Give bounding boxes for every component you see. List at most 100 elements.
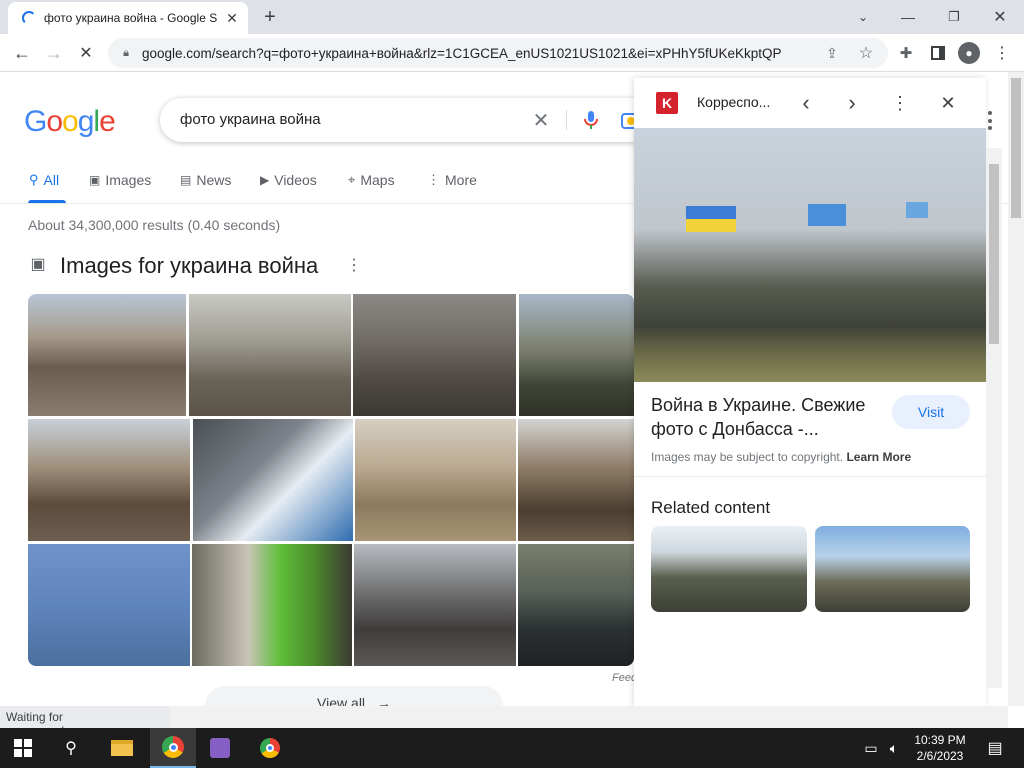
image-thumbnail[interactable]	[518, 419, 634, 541]
clear-search-icon[interactable]: ✕	[530, 109, 552, 132]
panel-more-icon[interactable]: ⋮	[888, 90, 912, 116]
tab-label: All	[43, 172, 60, 188]
close-window-icon[interactable]: ✕	[988, 6, 1012, 28]
image-thumbnail[interactable]	[519, 294, 634, 416]
start-windows-icon[interactable]	[10, 736, 36, 760]
related-content-heading: Related content	[651, 498, 771, 517]
view-all-label: View all	[317, 695, 366, 706]
result-stats: About 34,300,000 results (0.40 seconds)	[28, 217, 281, 233]
visit-button[interactable]: Visit	[892, 395, 970, 429]
copyright-text: Images may be subject to copyright.	[651, 450, 844, 464]
image-thumbnail[interactable]	[355, 419, 516, 541]
system-clock[interactable]: 10:39 PM 2/6/2023	[900, 732, 980, 764]
image-thumbnail[interactable]	[518, 544, 634, 666]
image-thumbnail[interactable]	[28, 294, 186, 416]
file-explorer-icon[interactable]	[108, 736, 136, 760]
image-thumbnail[interactable]	[354, 544, 516, 666]
search-icon: ⚲	[29, 172, 39, 187]
address-bar[interactable]: 🔒︎ google.com/search?q=фото+украина+войн…	[108, 38, 888, 68]
tab-label: More	[445, 172, 477, 188]
stop-icon[interactable]: ✕	[74, 40, 98, 66]
extensions-icon[interactable]: ✚	[896, 42, 916, 64]
tab-search-icon[interactable]: ⌄	[852, 6, 874, 28]
forward-icon[interactable]: →	[42, 40, 66, 66]
voice-search-icon[interactable]	[580, 109, 602, 131]
previous-icon[interactable]: ‹	[794, 90, 818, 116]
divider	[566, 110, 567, 130]
google-logo[interactable]: Google	[24, 105, 116, 139]
profile-avatar-icon[interactable]: ●	[958, 42, 980, 64]
logo-letter: o	[62, 105, 79, 138]
flag-icon	[686, 206, 736, 232]
lock-icon: 🔒︎	[123, 46, 129, 59]
image-thumbnail[interactable]	[192, 544, 352, 666]
images-section-title[interactable]: Images for украина война	[60, 253, 318, 279]
image-grid	[28, 294, 634, 666]
next-icon[interactable]: ›	[840, 90, 864, 116]
flag-icon	[906, 202, 928, 218]
tab-label: News	[196, 172, 232, 188]
preview-image[interactable]	[634, 128, 986, 382]
status-bubble: Waiting for www.google.com...	[0, 706, 170, 738]
bookmark-star-icon[interactable]: ☆	[856, 43, 876, 63]
site-name[interactable]: Корреспо...	[697, 94, 770, 110]
tab-title: фото украина война - Google S	[44, 11, 218, 25]
tab-more[interactable]: ⋮ More	[427, 172, 477, 188]
copyright-notice: Images may be subject to copyright. Lear…	[651, 450, 911, 464]
chrome-profile-icon[interactable]	[256, 736, 284, 760]
view-all-button[interactable]: View all →	[205, 686, 503, 706]
back-icon[interactable]: ←	[10, 40, 34, 66]
scroll-thumb[interactable]	[1011, 78, 1021, 218]
windows-taskbar: ⚲ ▭ 🔈︎ 10:39 PM 2/6/2023 ▤	[0, 728, 1024, 768]
image-thumbnail[interactable]	[193, 419, 353, 541]
tab-videos[interactable]: ▶ Videos	[260, 172, 317, 188]
close-panel-icon[interactable]: ✕	[936, 90, 960, 116]
panel-divider	[634, 476, 986, 477]
tab-news[interactable]: ▤ News	[180, 172, 231, 188]
browser-titlebar: фото украина война - Google S ✕ + ⌄ — ❐ …	[0, 0, 1024, 34]
notifications-icon[interactable]: ▤	[984, 736, 1006, 760]
browser-toolbar: ← → ✕ 🔒︎ google.com/search?q=фото+украин…	[0, 34, 1024, 72]
restore-icon[interactable]: ❐	[942, 6, 966, 28]
flag-icon	[808, 204, 846, 226]
browser-tab[interactable]: фото украина война - Google S ✕	[8, 2, 248, 34]
side-panel-icon[interactable]	[928, 42, 948, 64]
url-text[interactable]: google.com/search?q=фото+украина+война&r…	[142, 46, 782, 61]
clock-date: 2/6/2023	[916, 749, 964, 763]
site-favicon: K	[656, 92, 678, 114]
tab-label: Maps	[360, 172, 395, 188]
panel-scrollbar[interactable]	[986, 148, 1002, 688]
share-icon[interactable]: ⇪	[822, 43, 842, 63]
minimize-icon[interactable]: —	[896, 6, 920, 28]
search-box[interactable]: фото украина война ✕	[160, 98, 700, 142]
new-tab-icon[interactable]: +	[258, 6, 282, 28]
panel-scroll-thumb[interactable]	[989, 164, 999, 344]
news-icon: ▤	[180, 173, 192, 187]
tab-all[interactable]: ⚲ All	[29, 172, 59, 188]
tab-label: Videos	[274, 172, 317, 188]
more-options-icon[interactable]: ⋮	[344, 255, 364, 275]
related-thumbnail[interactable]	[815, 526, 970, 612]
visual-studio-icon[interactable]	[206, 736, 234, 760]
search-icon[interactable]: ⚲	[58, 736, 84, 760]
image-thumbnail[interactable]	[28, 544, 190, 666]
image-thumbnail[interactable]	[353, 294, 516, 416]
browser-menu-icon[interactable]: ⋮	[992, 42, 1012, 64]
related-thumbnail[interactable]	[651, 526, 807, 612]
image-result-icon: ▣	[30, 256, 46, 273]
image-icon: ▣	[89, 173, 101, 187]
learn-more-link[interactable]: Learn More	[846, 450, 911, 464]
chrome-icon[interactable]	[150, 728, 196, 768]
tab-images[interactable]: ▣ Images	[89, 172, 151, 188]
search-input[interactable]: фото украина война	[180, 111, 321, 128]
close-tab-icon[interactable]: ✕	[224, 10, 240, 26]
image-thumbnail[interactable]	[189, 294, 351, 416]
arrow-right-icon: →	[376, 695, 391, 706]
logo-letter: G	[24, 105, 47, 138]
tab-maps[interactable]: ⌖ Maps	[348, 172, 395, 188]
image-thumbnail[interactable]	[28, 419, 190, 541]
network-icon[interactable]: ▭	[860, 738, 882, 758]
vertical-scrollbar[interactable]	[1008, 72, 1024, 706]
preview-title[interactable]: Война в Украине. Свежие фото с Донбасса …	[651, 393, 881, 441]
video-icon: ▶	[260, 173, 270, 187]
